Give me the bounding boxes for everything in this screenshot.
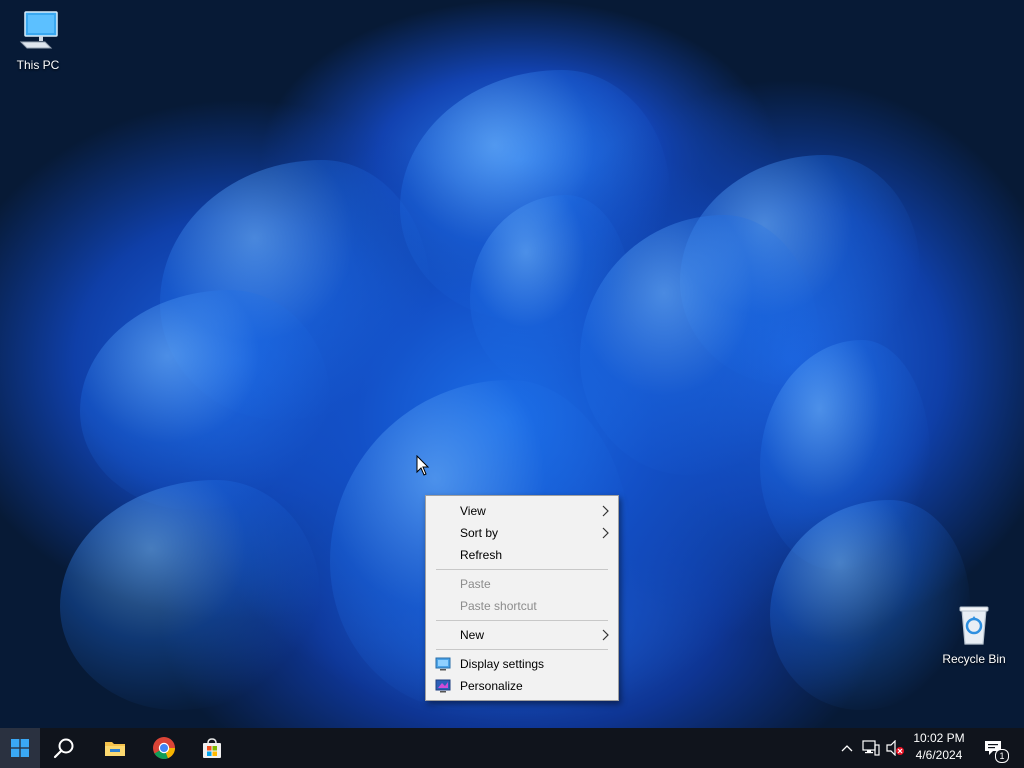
menu-item-paste[interactable]: Paste: [426, 573, 618, 595]
start-button[interactable]: [0, 728, 40, 768]
recycle-bin-label: Recycle Bin: [942, 652, 1006, 666]
wallpaper-petal: [470, 195, 630, 385]
wallpaper-petal: [580, 215, 820, 475]
file-explorer-button[interactable]: [91, 728, 139, 768]
file-explorer-icon: [105, 742, 125, 756]
wallpaper-petal: [400, 70, 670, 320]
search-button[interactable]: [40, 728, 88, 768]
chevron-right-icon: [602, 527, 609, 539]
menu-item-refresh[interactable]: Refresh: [426, 544, 618, 566]
taskbar-clock[interactable]: 10:02 PM 4/6/2024: [905, 730, 973, 766]
volume-muted-icon: [886, 740, 904, 756]
display-settings-icon: [435, 657, 451, 671]
desktop[interactable]: This PC Recycle Bin View Sort by Refresh…: [0, 0, 1024, 728]
chrome-button[interactable]: [140, 728, 188, 768]
wallpaper-petal: [680, 155, 920, 385]
menu-item-personalize[interactable]: Personalize: [426, 675, 618, 697]
clock-time: 10:02 PM: [913, 731, 965, 745]
menu-item-sort-by[interactable]: Sort by: [426, 522, 618, 544]
menu-separator: [436, 649, 608, 650]
menu-separator: [436, 620, 608, 621]
recycle-bin-desktop-icon[interactable]: Recycle Bin: [936, 602, 1012, 666]
desktop-context-menu: View Sort by Refresh Paste Paste shortcu…: [425, 495, 619, 701]
menu-item-view[interactable]: View: [426, 500, 618, 522]
taskbar: 10:02 PM 4/6/2024: [0, 728, 1024, 768]
menu-separator: [436, 569, 608, 570]
menu-item-label: View: [460, 504, 486, 518]
volume-button[interactable]: [884, 728, 906, 768]
clock-date: 4/6/2024: [915, 748, 963, 762]
show-hidden-icons-button[interactable]: [838, 728, 856, 768]
menu-item-display-settings[interactable]: Display settings: [426, 653, 618, 675]
menu-item-new[interactable]: New: [426, 624, 618, 646]
menu-item-label: Sort by: [460, 526, 499, 540]
this-pc-label: This PC: [16, 58, 60, 72]
chevron-right-icon: [602, 629, 609, 641]
wallpaper-petal: [160, 160, 430, 420]
chevron-up-icon: [841, 745, 853, 752]
notification-count-badge: 1: [995, 749, 1009, 763]
chevron-right-icon: [602, 505, 609, 517]
this-pc-desktop-icon[interactable]: This PC: [0, 8, 76, 72]
wallpaper-petal: [80, 290, 330, 510]
menu-item-label: Personalize: [460, 679, 523, 693]
chrome-icon: [153, 737, 175, 759]
search-icon: [53, 738, 74, 759]
mouse-cursor-icon: [416, 455, 430, 476]
personalize-icon: [435, 679, 451, 693]
start-icon: [11, 739, 29, 757]
menu-item-paste-shortcut[interactable]: Paste shortcut: [426, 595, 618, 617]
wallpaper-petal: [760, 340, 930, 570]
recycle-bin-icon: [959, 606, 989, 645]
network-button[interactable]: [860, 728, 882, 768]
computer-icon: [19, 11, 58, 49]
network-icon: [862, 740, 880, 756]
menu-item-label: Refresh: [460, 548, 503, 562]
wallpaper-petal: [60, 480, 320, 710]
menu-item-label: Paste shortcut: [460, 599, 537, 613]
microsoft-store-button[interactable]: [188, 728, 236, 768]
microsoft-store-icon: [203, 738, 221, 758]
menu-item-label: Paste: [460, 577, 491, 591]
menu-item-label: New: [460, 628, 485, 642]
menu-item-label: Display settings: [460, 657, 545, 671]
